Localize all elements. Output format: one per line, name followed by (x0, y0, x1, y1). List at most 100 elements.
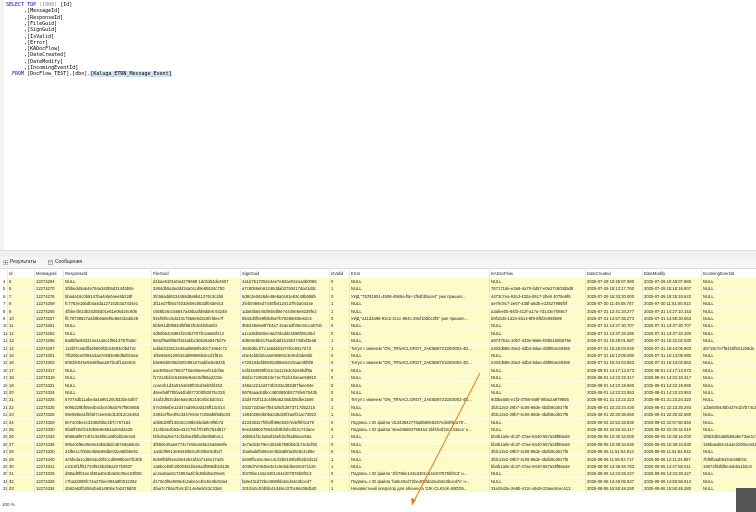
table-row[interactable]: 9 10 12274257 ffc78739827a4b9b0a8ef5e8841ba… (0, 315, 756, 322)
table-row[interactable]: 8 9 12274255 4fbbe4fe23b3426bd01e61e06d16c9… (0, 307, 756, 315)
table-cell: 12274336 (35, 440, 64, 448)
table-row[interactable]: 19 20 12274324 NULL d6eefa8f7f00a44bd677200f… (0, 389, 756, 396)
table-cell: NULL (702, 307, 756, 315)
column-header[interactable]: IncomingEventId (702, 270, 756, 277)
table-cell: 6642f9a9f852f422abbc30526a5475d7e (152, 337, 241, 345)
editor-horizontal-scrollbar[interactable]: 100 % (0, 250, 756, 507)
table-row[interactable]: 26 27 12274336 96b4c6f6e45e6e44b5d6dc457e8a… (0, 440, 756, 448)
grid-icon (2, 259, 9, 265)
sql-line: ,[Error] (6, 39, 49, 46)
table-cell: 9eed4680275943dc9bf4fe4f22c743ace (241, 426, 330, 433)
table-cell: 0 (330, 352, 350, 359)
results-grid[interactable]: Id MessageId ResponseId FileGuid SignGuid IsV… (0, 268, 756, 512)
table-cell: NULL (702, 411, 756, 419)
tab-messages[interactable]: Сообщения (48, 259, 82, 265)
column-header[interactable]: IsValid (330, 270, 350, 277)
column-header[interactable]: ResponseId (64, 270, 152, 277)
table-row[interactable]: 21 22 12274325 6095229bf05e4b4cbce36ab767f8… (0, 403, 756, 411)
table-row[interactable]: 23 24 12274329 8e74c9be4c3338dfd5c2b7c76716… (0, 418, 756, 426)
table-cell: 3fdc13e2-29b7-4c06-98de-4bdb9cd617f6 (490, 403, 586, 411)
table-cell: NULL (350, 322, 490, 330)
table-row[interactable]: 27 28 12274320 24fbe1c7bb0e4b8e89dbe02a46bb… (0, 448, 756, 456)
table-row[interactable]: 15 16 12274303 6083fe045e5948f5aa267bcdf1a2… (0, 359, 756, 367)
table-cell: 12274266 (35, 337, 64, 345)
table-cell: 2025-07-31 14:27:10.153 (643, 307, 702, 315)
table-cell: NULL (490, 477, 586, 485)
table-cell: 8542d0f0e9f8b45e7b76285005e62c3 (241, 315, 330, 322)
table-cell: NULL (702, 285, 756, 293)
table-cell: 2025-08-05 11:51:54.913 (643, 448, 702, 456)
grid-header-row: Id MessageId ResponseId FileGuid SignGuid IsV… (0, 270, 756, 277)
table-cell: NULL (702, 470, 756, 478)
table-cell: 87074db11abe4a4a95126c832be4af07 (64, 396, 152, 404)
table-cell: 12274264 (35, 278, 64, 285)
table-cell: NULL (350, 440, 490, 448)
table-row[interactable]: 31 32 12274326 c7ba23089fc74a27bee084a8f001… (0, 477, 756, 485)
table-cell: 2025-08-05 10:38:34.630 (643, 440, 702, 448)
table-cell: bb4b1a0e-dc37-47ae-8440-657a28f86ea9 (490, 440, 586, 448)
column-header[interactable]: KADocFlow (490, 270, 586, 277)
table-row[interactable]: 20 21 12274326 87074db11abe4a4a95126c832be4… (0, 396, 756, 404)
table-cell: 0 (330, 278, 350, 285)
table-row[interactable]: 29 30 12274341 e23c6f1ff51734f91bb2b6a227b3… (0, 463, 756, 470)
table-row[interactable]: 5 6 12274270 2f8bed45a64e794a340b9d31445b0e… (0, 285, 756, 293)
sql-line: ,[MessageId] (6, 8, 61, 15)
table-cell: 4d50b54c5984f104b2707fe1a6a6f413 (152, 329, 241, 337)
column-header[interactable]: MessageId (35, 270, 64, 277)
table-cell: 2025-07-31 14:57:36.273 (586, 315, 643, 322)
column-header[interactable]: DateCreated (586, 270, 643, 277)
table-cell: 2025-07-31 13:37:33.280 (586, 329, 643, 337)
table-cell: f4fe26a26e74cf24be4f8fcd8e9b9b4c1 (152, 433, 241, 441)
table-cell: NULL (64, 381, 152, 389)
table-row[interactable]: 17 18 12274319 NULL f17212bd4c54849e9a5c0df5… (0, 374, 756, 382)
table-cell: 1 (330, 344, 350, 352)
table-cell: Титул с именем "ON_TRNACLGROT_2AE5B8721D… (350, 396, 490, 404)
table-cell: 2025-08-01 22:23:25.293 (643, 403, 702, 411)
table-row[interactable]: 24 25 12274330 9fa6ff40ef2440b8e9e854a2e6d2… (0, 426, 756, 433)
table-row[interactable]: 16 17 12274317 NULL aac928ece7664773ac66eeee… (0, 366, 756, 374)
table-cell: ccae1b1d3a0164e58f03cd3eb5fd153 (152, 381, 241, 389)
table-cell: 2025-08-01 14:17:13.573 (586, 366, 643, 374)
column-header[interactable]: Id (8, 270, 35, 277)
table-cell: 1 (330, 403, 350, 411)
table-cell: NULL (350, 448, 490, 456)
table-row[interactable]: 12 13 12274266 8a8bf5e663314a11a5c1f9613757… (0, 337, 756, 345)
table-cell: 0 (330, 315, 350, 322)
table-cell: 2025-08-06 12:11:24.867 (643, 455, 702, 463)
sql-editor[interactable]: SELECT TOP (1000) [Id] ,[MessageId] ,[Re… (0, 0, 756, 250)
table-row[interactable]: 4 5 12274264 NULL d1bae6101e0a4279669 1dc0d5… (0, 278, 756, 285)
table-cell: УИД "a11d3a98-92c2-4c1c-894c-29ef1b5bc2f… (350, 315, 490, 322)
table-row[interactable]: 28 29 12274340 2efdeda1cd8844cd0f2ccd8995b2… (0, 455, 756, 463)
table-cell: d3d4702f113c45f6a5230dd25dbe2a06 (241, 396, 330, 404)
table-cell: 148402894b05a345d20f4aef01ac73922 (241, 411, 330, 419)
column-header[interactable]: FileGuid (152, 270, 241, 277)
table-cell: d98ad8f01ee4f36a40e3b4e5c05ec03f00c (64, 470, 152, 478)
table-cell: 3f478be144e3401c54e207876b0f0c3 (241, 470, 330, 478)
column-header[interactable]: Error (350, 270, 490, 277)
table-row[interactable]: 18 19 12274321 NULL ccae1b1d3a0164e58f03cd3e… (0, 381, 756, 389)
table-cell: 1a4b3f6913e8449d82c2fc8be0e3b47 (152, 448, 241, 456)
tab-results[interactable]: Результаты (2, 259, 36, 265)
table-cell: Подпись с ID файла 'fa8e43cd72be408fda2e… (350, 477, 490, 485)
table-row[interactable]: 30 31 12274325 d98ad8f01ee4f36a40e3b4e5c05e… (0, 470, 756, 478)
table-row[interactable]: 7 8 12274259 fc7783e16bdb4a4da127102b3a7434… (0, 300, 756, 308)
table-cell: e202d685-25e2-4db4-8dae-d6f854e38486 (490, 344, 586, 352)
table-cell: 0 (330, 426, 350, 433)
table-row[interactable]: 6 7 12274276 bbada16c0b5147ba4afe0aee55228f… (0, 292, 756, 300)
table-row[interactable]: 14 15 12274301 7fb20bce0394a3aa7e593e9bd8d0… (0, 352, 756, 359)
column-header[interactable]: SignGuid (241, 270, 330, 277)
table-row[interactable]: 32 33 12274334 1b82a62fb2564ba814806e7a2476… (0, 485, 756, 493)
table-row[interactable]: 25 26 12274333 9b96a8f87c4f4c3a8f6ca28b1bb3… (0, 433, 756, 441)
table-cell: 2025-07-31 16:13:09.080 (643, 352, 702, 359)
table-row[interactable]: 22 23 12274326 58e559ea1f9f457cee64ed13012c… (0, 411, 756, 419)
table-row[interactable]: 10 11 12274261 NULL 5bfe61dbf6644f8f9b3fe3af… (0, 322, 756, 330)
table-row[interactable]: 11 12 12274262 NULL 4d50b54c5984f104b2707fe1… (0, 329, 756, 337)
table-row[interactable]: 13 14 12274267 112bf7ce6dff4d9606f2b24593c0… (0, 344, 756, 352)
table-cell: 34af2df63cd4e5a54621004fdc5dc541 (152, 396, 241, 404)
table-cell: 2025-08-01 14:22:19.317 (586, 374, 643, 382)
table-cell: 2025-08-06 14:49:05.837 (586, 477, 643, 485)
table-cell: NULL (702, 374, 756, 382)
column-header[interactable]: DateModify (643, 270, 702, 277)
table-cell: 23 (8, 411, 35, 419)
table-cell: 12274324 (35, 389, 64, 396)
